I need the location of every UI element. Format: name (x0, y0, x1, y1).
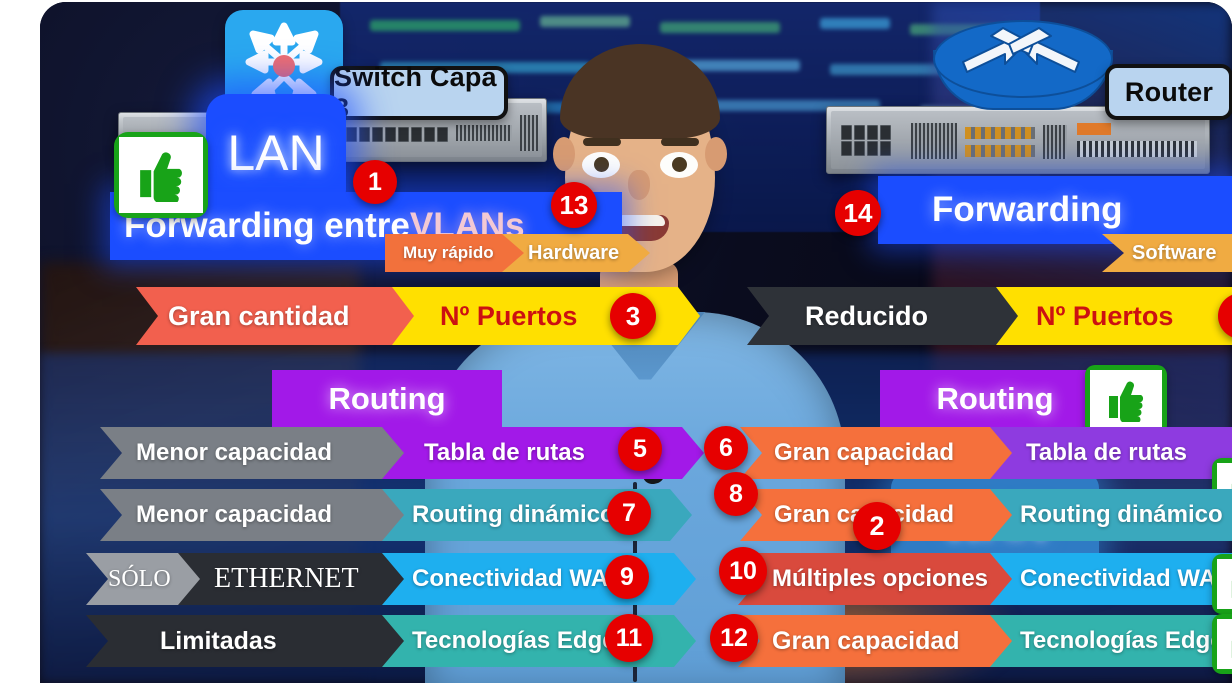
thumbs-up-icon (1231, 580, 1232, 598)
router-icon (933, 20, 1113, 116)
row-puertos-right-key-label: Nº Puertos (1036, 300, 1174, 331)
callout-badge-10-label: 10 (729, 556, 757, 585)
row-puertos-left-key-label: Nº Puertos (440, 300, 578, 331)
callout-badge-8[interactable]: 8 (714, 472, 758, 516)
thumbs-up-icon-tecnologias (1212, 614, 1232, 674)
row-puertos-left-value-label: Gran cantidad (168, 300, 350, 331)
callout-badge-14[interactable]: 14 (835, 190, 881, 236)
callout-badge-3-label: 3 (625, 300, 641, 331)
speed-tag-right-0-label: Software (1132, 241, 1217, 264)
thumbs-up-icon-conectividad (1212, 554, 1232, 614)
routing-header-right: Routing (880, 370, 1110, 428)
callout-badge-11[interactable]: 11 (605, 614, 653, 662)
row-conectividad-right-key[interactable]: Conectividad WAN (990, 553, 1232, 605)
callout-badge-9[interactable]: 9 (605, 555, 649, 599)
row-conectividad-right-key-label: Conectividad WAN (1020, 565, 1232, 592)
device-label-switch[interactable]: Switch Capa 3 (330, 62, 508, 123)
row-routing-dinamico-right-key[interactable]: Routing dinámico (990, 489, 1232, 541)
row-puertos-left-value[interactable]: Gran cantidad (136, 287, 443, 345)
callout-badge-8-label: 8 (729, 479, 743, 508)
row-routing-dinamico-left-value-label: Menor capacidad (136, 501, 333, 528)
row-tabla-rutas-left-value-label: Menor capacidad (136, 439, 333, 466)
callout-badge-1[interactable]: 1 (353, 160, 397, 204)
lan-scope-label: LAN (227, 125, 325, 181)
callout-badge-6-label: 6 (719, 433, 733, 462)
speed-tag-left-1-label: Hardware (528, 241, 620, 264)
callout-badge-10[interactable]: 10 (719, 547, 767, 595)
callout-badge-14-label: 14 (843, 197, 873, 228)
bg-code-line (820, 18, 890, 29)
row-puertos-right-key[interactable]: Nº Puertos (996, 287, 1232, 345)
routing-header-right-label: Routing (936, 381, 1054, 416)
row-tabla-rutas-right-key-label: Tabla de rutas (1026, 439, 1187, 466)
callout-badge-3[interactable]: 3 (610, 293, 656, 339)
speed-tag-left-0-label: Muy rápido (403, 243, 494, 262)
thumbs-up-icon (140, 152, 182, 202)
row-conectividad-left-key-label: Conectividad WAN (412, 565, 626, 592)
row-tecnologias-right-key-label: Tecnologías Edge (1020, 627, 1224, 654)
row-tabla-rutas-left-value[interactable]: Menor capacidad (100, 427, 436, 479)
row-tecnologias-right-key[interactable]: Tecnologías Edge (990, 615, 1232, 667)
forwarding-banner-right: Forwarding (878, 176, 1232, 244)
row-routing-dinamico-left-value[interactable]: Menor capacidad (100, 489, 436, 541)
forwarding-banner-right-text: Forwarding (932, 190, 1123, 229)
row-puertos-right-value-label: Reducido (805, 300, 929, 331)
routing-header-left-label: Routing (328, 381, 446, 416)
callout-badge-7[interactable]: 7 (607, 491, 651, 535)
callout-badge-11-label: 11 (615, 623, 643, 652)
callout-badge-2[interactable]: 2 (853, 502, 901, 550)
thumbs-up-icon (1109, 381, 1144, 422)
thumbs-up-icon-lan (114, 132, 208, 218)
row-tabla-rutas-left-key-label: Tabla de rutas (424, 439, 585, 466)
row-conectividad-left-value-label: ETHERNET (214, 563, 359, 594)
callout-badge-2-label: 2 (869, 510, 885, 541)
callout-badge-5[interactable]: 5 (618, 427, 662, 471)
row-routing-dinamico-left-key-label: Routing dinámico (412, 501, 615, 528)
row-conectividad-right-value-label: Múltiples opciones (772, 565, 989, 592)
callout-badge-13-label: 13 (559, 189, 589, 220)
callout-badge-5-label: 5 (633, 434, 647, 463)
callout-badge-1-label: 1 (368, 167, 382, 196)
device-label-router[interactable]: Router (1105, 64, 1232, 120)
device-label-switch-text: Switch Capa 3 (334, 62, 497, 123)
callout-badge-7-label: 7 (622, 498, 636, 527)
row-tabla-rutas-right-key[interactable]: Tabla de rutas (990, 427, 1232, 479)
callout-badge-9-label: 9 (620, 562, 634, 591)
row-tabla-rutas-right-value-label: Gran capacidad (774, 439, 955, 466)
row-tecnologias-right-value-label: Gran capacidad (772, 626, 960, 655)
screenshot-root: Switch Capa 3 Router LAN WAN Forwarding … (0, 0, 1232, 683)
callout-badge-12[interactable]: 12 (710, 614, 758, 662)
row-tecnologias-left-key-label: Tecnologías Edge (412, 627, 616, 654)
thumbs-up-icon (1231, 640, 1232, 658)
speed-tag-left-1[interactable]: Hardware (502, 234, 650, 272)
row-routing-dinamico-right-key-label: Routing dinámico (1020, 501, 1223, 528)
row-tecnologias-left-value-label: Limitadas (160, 626, 277, 655)
row-conectividad-left-prefix-label: SÓLO (108, 565, 171, 592)
callout-badge-6[interactable]: 6 (704, 426, 748, 470)
callout-badge-12-label: 12 (720, 623, 748, 652)
video-frame: Switch Capa 3 Router LAN WAN Forwarding … (40, 2, 1232, 683)
callout-badge-13[interactable]: 13 (551, 182, 597, 228)
device-label-router-text: Router (1124, 76, 1214, 107)
thumbs-up-icon-routing (1085, 365, 1167, 435)
routing-header-left: Routing (272, 370, 502, 428)
